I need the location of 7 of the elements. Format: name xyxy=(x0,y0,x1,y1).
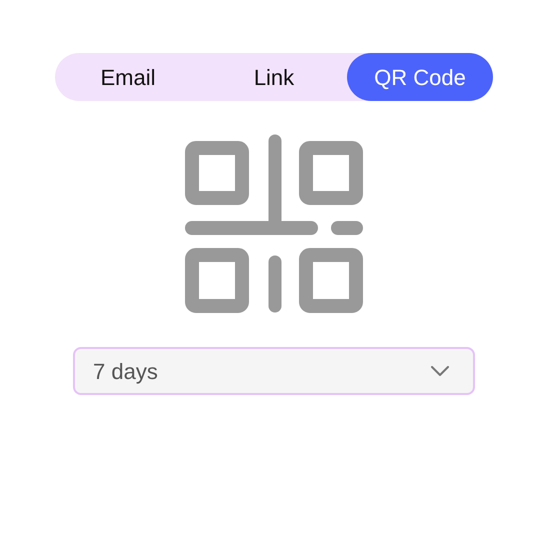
tab[interactable]: Link xyxy=(201,53,347,101)
expiry-dropdown[interactable]: 7 days xyxy=(73,347,475,395)
qr-code-icon xyxy=(185,134,363,313)
chevron-down-icon xyxy=(431,366,449,376)
tab[interactable]: QR Code xyxy=(347,53,493,101)
tab[interactable]: Email xyxy=(55,53,201,101)
expiry-value: 7 days xyxy=(93,358,158,386)
